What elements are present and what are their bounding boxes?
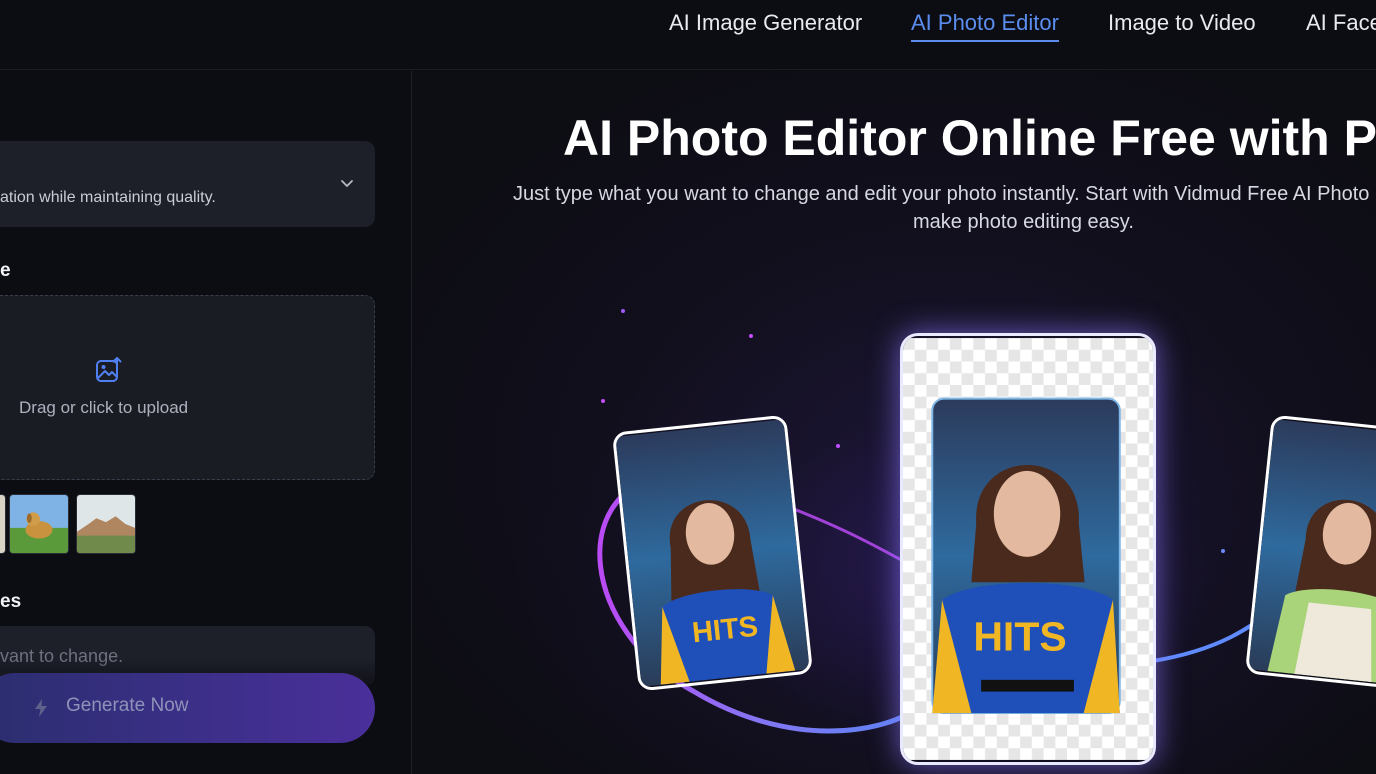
image-upload-dropzone[interactable]: Drag or click to upload [0, 295, 375, 480]
top-navigation: AI Image Generator AI Photo Editor Image… [0, 0, 1376, 70]
upload-instruction: Drag or click to upload [19, 398, 189, 417]
hero-illustration [597, 309, 1295, 734]
portrait-photo-restyled [1248, 419, 1376, 687]
active-tab-underline [911, 40, 1059, 42]
nav-item-ai-face[interactable]: AI Face [1306, 10, 1376, 36]
prompt-section-label: es [0, 591, 22, 612]
sample-thumbnail-dog[interactable] [9, 494, 69, 554]
editor-sidebar: ation while maintaining quality. e Drag … [0, 71, 412, 774]
image-upload-icon [96, 357, 122, 382]
nav-item-image-to-video[interactable]: Image to Video [1108, 10, 1256, 36]
transparent-background-photo: HITS [903, 338, 1153, 760]
model-select[interactable]: ation while maintaining quality. [0, 141, 375, 227]
landscape-photo [77, 495, 135, 553]
upload-section-label: e [0, 260, 11, 281]
hero-section: AI Photo Editor Online Free with Pro Jus… [413, 71, 1376, 774]
portrait-photo: HITS [615, 419, 810, 687]
svg-text:HITS: HITS [973, 614, 1066, 660]
lightning-icon [35, 699, 47, 717]
sample-thumbnail-landscape[interactable] [76, 494, 136, 554]
generate-button-label: Generate Now [66, 695, 189, 716]
model-description: ation while maintaining quality. [0, 189, 216, 206]
nav-item-label: AI Photo Editor [911, 10, 1059, 35]
nav-item-ai-photo-editor[interactable]: AI Photo Editor [911, 10, 1059, 42]
chevron-down-icon [341, 180, 353, 187]
generate-now-button[interactable]: Generate Now [0, 673, 375, 743]
edited-photo-card: HITS [900, 333, 1156, 765]
before-photo-card: HITS [611, 414, 814, 692]
sample-thumbnail[interactable] [0, 494, 6, 554]
dog-photo [10, 495, 68, 553]
sample-photo [0, 495, 5, 553]
nav-item-ai-image-generator[interactable]: AI Image Generator [669, 10, 862, 36]
